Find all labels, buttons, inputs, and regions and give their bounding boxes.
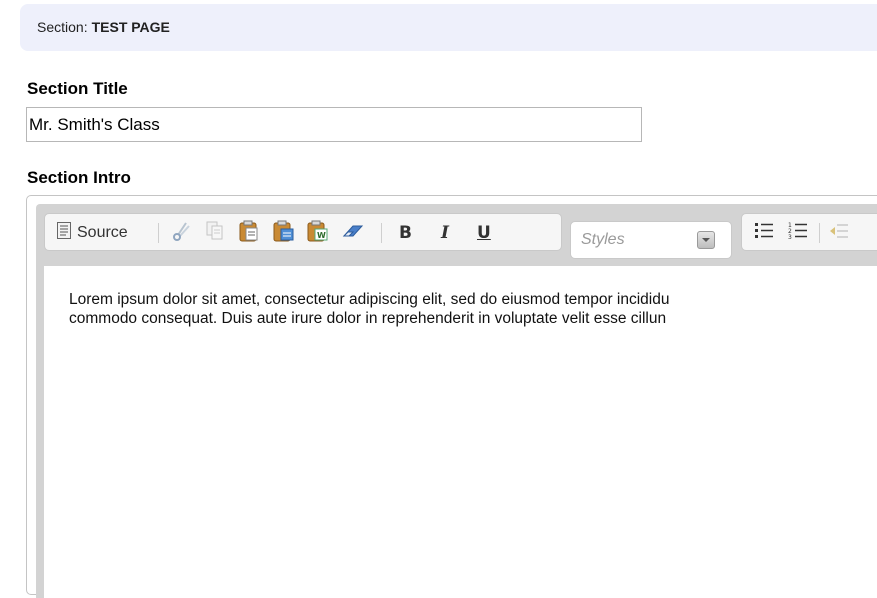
content-line: commodo consequat. Duis aute irure dolor…: [69, 310, 667, 327]
paste-text-button[interactable]: [273, 220, 295, 247]
section-bar: Section: TEST PAGE: [20, 4, 877, 51]
copy-icon: [205, 220, 225, 247]
scissors-icon: [171, 220, 193, 247]
section-title-label: Section Title: [27, 79, 128, 98]
section-title-input[interactable]: [26, 107, 642, 142]
bold-button[interactable]: B: [399, 222, 412, 244]
outdent-button[interactable]: [829, 222, 849, 244]
copy-button[interactable]: [205, 220, 225, 247]
paste-word-icon: W: [307, 220, 329, 247]
bulleted-list-button[interactable]: [754, 222, 774, 244]
toolbar-separator: [381, 223, 382, 243]
chevron-down-icon[interactable]: [697, 231, 715, 249]
italic-icon: I: [441, 223, 449, 243]
underline-icon: U: [477, 223, 491, 243]
content-line: Lorem ipsum dolor sit amet, consectetur …: [69, 291, 670, 308]
bulleted-list-icon: [754, 221, 774, 246]
eraser-icon: [341, 220, 365, 247]
underline-button[interactable]: U: [477, 222, 491, 244]
source-icon: [57, 222, 71, 244]
svg-text:W: W: [317, 231, 326, 240]
toolbar-separator: [819, 223, 820, 243]
styles-placeholder: Styles: [581, 231, 625, 248]
source-button[interactable]: Source: [57, 222, 128, 244]
italic-button[interactable]: I: [441, 222, 449, 244]
section-intro-label: Section Intro: [27, 168, 131, 187]
remove-format-button[interactable]: [341, 222, 365, 244]
numbered-list-button[interactable]: 123: [788, 222, 808, 244]
cut-button[interactable]: [171, 220, 193, 247]
outdent-icon: [829, 221, 849, 246]
paste-from-word-button[interactable]: W: [307, 220, 329, 247]
rich-text-editor: Source W B I U Styles 1 2 3 Lorem ipsum …: [26, 195, 877, 598]
toolbar-group-main: Source W B I U: [44, 213, 562, 251]
numbered-list-icon: 123: [788, 221, 808, 246]
styles-dropdown[interactable]: Styles: [570, 221, 732, 259]
editor-content[interactable]: Lorem ipsum dolor sit amet, consectetur …: [44, 266, 877, 598]
bold-icon: B: [399, 223, 412, 243]
editor-chrome: Source W B I U Styles 1 2 3 Lorem ipsum …: [36, 204, 877, 598]
paste-button[interactable]: [239, 220, 259, 247]
paste-text-icon: [273, 220, 295, 247]
toolbar-separator: [158, 223, 159, 243]
toolbar-group-lists: 123: [741, 213, 877, 251]
section-name: TEST PAGE: [91, 19, 170, 35]
svg-text:3: 3: [788, 234, 792, 241]
source-label: Source: [77, 224, 128, 241]
clipboard-icon: [239, 220, 259, 247]
section-label: Section:: [37, 19, 88, 35]
